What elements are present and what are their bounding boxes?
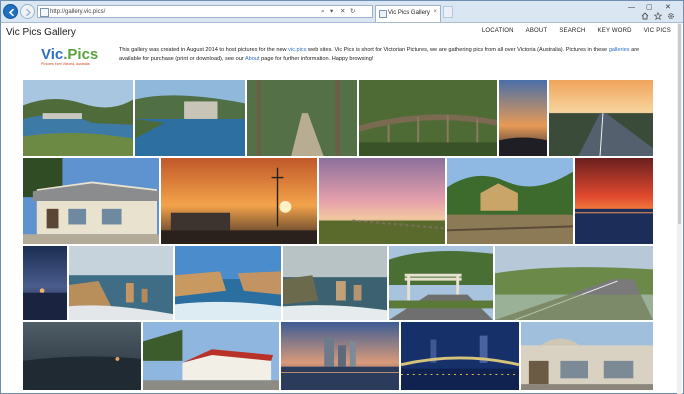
forward-button[interactable] bbox=[20, 4, 35, 19]
logo-tagline: Pictures from Victoria, Australia bbox=[41, 62, 90, 66]
new-tab-button[interactable] bbox=[443, 6, 453, 18]
gallery-photo[interactable] bbox=[498, 79, 548, 157]
search-icon[interactable]: ⌕ bbox=[321, 7, 325, 17]
forward-arrow-icon bbox=[26, 8, 32, 17]
gallery-photo[interactable] bbox=[574, 157, 654, 245]
url-text: http://gallery.vic.pics/ bbox=[50, 9, 106, 15]
top-nav: LOCATION ABOUT SEARCH KEY WORD VIC PICS bbox=[482, 27, 671, 35]
nav-about[interactable]: ABOUT bbox=[526, 27, 548, 35]
gallery-photo[interactable] bbox=[358, 79, 498, 157]
gallery-photo[interactable] bbox=[388, 245, 494, 321]
gallery-photo[interactable] bbox=[318, 157, 446, 245]
gallery-photo[interactable] bbox=[22, 245, 68, 321]
tab-close-icon[interactable]: × bbox=[433, 8, 437, 16]
site-title[interactable]: Vic Pics Gallery bbox=[6, 27, 76, 39]
address-bar[interactable]: http://gallery.vic.pics/ ⌕ ▾ ✕ ↻ bbox=[37, 5, 373, 18]
gallery-photo[interactable] bbox=[400, 321, 520, 391]
gallery-photo[interactable] bbox=[22, 157, 160, 245]
star-icon[interactable] bbox=[654, 12, 662, 20]
back-arrow-icon bbox=[8, 8, 15, 17]
galleries-link[interactable]: galleries bbox=[609, 47, 630, 53]
gallery-photo[interactable] bbox=[548, 79, 654, 157]
gallery-photo[interactable] bbox=[134, 79, 246, 157]
gallery-photo[interactable] bbox=[22, 79, 134, 157]
tab-vic-pics-gallery[interactable]: Vic Pics Gallery × bbox=[375, 5, 441, 22]
nav-location[interactable]: LOCATION bbox=[482, 27, 514, 35]
back-button[interactable] bbox=[3, 4, 18, 19]
gallery-photo[interactable] bbox=[142, 321, 280, 391]
nav-search[interactable]: SEARCH bbox=[559, 27, 585, 35]
minimize-icon[interactable]: — bbox=[628, 4, 635, 12]
page-scrollbar[interactable] bbox=[677, 23, 682, 394]
logo-text-vic: Vic bbox=[41, 46, 64, 63]
nav-vic-pics[interactable]: VIC PICS bbox=[644, 27, 671, 35]
intro-paragraph: This gallery was created in August 2014 … bbox=[119, 46, 659, 63]
stop-icon[interactable]: ✕ bbox=[340, 7, 345, 17]
scrollbar-thumb[interactable] bbox=[678, 24, 681, 224]
vic-pics-logo[interactable]: Vic.Pics Pictures from Victoria, Austral… bbox=[41, 46, 98, 67]
logo-text-pics: .Pics bbox=[63, 46, 99, 63]
browser-window: http://gallery.vic.pics/ ⌕ ▾ ✕ ↻ Vic Pic… bbox=[0, 0, 684, 394]
gallery-photo[interactable] bbox=[280, 321, 400, 391]
refresh-icon[interactable]: ↻ bbox=[350, 7, 355, 17]
dropdown-icon[interactable]: ▾ bbox=[330, 7, 333, 17]
gallery-photo[interactable] bbox=[246, 79, 358, 157]
browser-toolbar: http://gallery.vic.pics/ ⌕ ▾ ✕ ↻ Vic Pic… bbox=[1, 1, 683, 23]
vic-pics-link[interactable]: vic.pics bbox=[288, 47, 306, 53]
gallery-photo[interactable] bbox=[22, 321, 142, 391]
tab-favicon-icon bbox=[379, 10, 387, 18]
nav-key-word[interactable]: KEY WORD bbox=[598, 27, 632, 35]
page-icon bbox=[40, 8, 49, 17]
gallery-photo[interactable] bbox=[160, 157, 318, 245]
gallery-photo[interactable] bbox=[446, 157, 574, 245]
gear-icon[interactable] bbox=[667, 12, 675, 20]
intro-text-4: page for further information. Happy brow… bbox=[259, 55, 374, 62]
gallery-photo[interactable] bbox=[282, 245, 388, 321]
gallery-photo[interactable] bbox=[68, 245, 174, 321]
intro-text-1: This gallery was created in August 2014 … bbox=[119, 47, 289, 53]
home-icon[interactable] bbox=[641, 12, 649, 20]
gallery-photo[interactable] bbox=[494, 245, 654, 321]
tab-title: Vic Pics Gallery bbox=[388, 10, 430, 16]
photo-gallery bbox=[22, 79, 654, 391]
intro-text-2: web sites. Vic Pics is short for Victori… bbox=[306, 47, 609, 53]
about-link[interactable]: About bbox=[245, 56, 260, 62]
gallery-photo[interactable] bbox=[520, 321, 654, 391]
maximize-icon[interactable]: ▢ bbox=[646, 4, 653, 12]
gallery-photo[interactable] bbox=[174, 245, 282, 321]
close-window-icon[interactable]: ✕ bbox=[665, 4, 671, 12]
